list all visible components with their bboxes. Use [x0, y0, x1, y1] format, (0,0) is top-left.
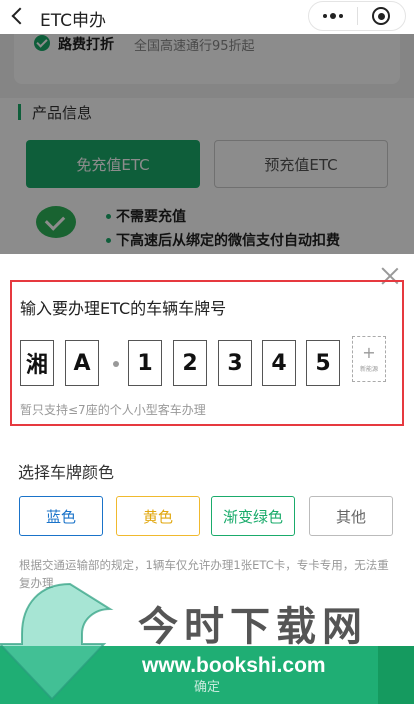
new-energy-slot[interactable]: + 新能源 — [352, 336, 386, 382]
close-circle-icon[interactable] — [357, 2, 405, 30]
plate-input-sheet: 输入要办理ETC的车辆车牌号 湘 A 1 2 3 4 5 + 新能源 暂只支持≤… — [0, 254, 414, 704]
plate-char[interactable]: 4 — [262, 340, 296, 386]
regulation-notice: 根据交通运输部的规定，1辆车仅允许办理1张ETC卡，专卡专用，无法重复办理 — [19, 558, 389, 590]
overlay-mask[interactable] — [0, 34, 414, 254]
page-title: ETC申办 — [40, 11, 106, 31]
color-option-yellow[interactable]: 黄色 — [116, 496, 200, 536]
mini-program-capsule — [308, 1, 406, 31]
more-dots-icon[interactable] — [309, 2, 357, 30]
plate-color-heading: 选择车牌颜色 — [18, 463, 115, 482]
navbar: ETC申办 — [0, 0, 414, 34]
plus-icon: + — [362, 342, 376, 362]
back-arrow-icon[interactable] — [8, 6, 30, 28]
color-option-other[interactable]: 其他 — [309, 496, 393, 536]
confirm-edge-strip — [378, 646, 414, 704]
plate-heading: 输入要办理ETC的车辆车牌号 — [20, 299, 227, 318]
plate-char[interactable]: 1 — [128, 340, 162, 386]
plate-separator-dot — [113, 361, 119, 367]
plate-hint: 暂只支持≤7座的个人小型客车办理 — [20, 403, 206, 417]
plate-char[interactable]: 3 — [218, 340, 252, 386]
plate-char-letter[interactable]: A — [65, 340, 99, 386]
plate-char[interactable]: 5 — [306, 340, 340, 386]
color-option-green[interactable]: 渐变绿色 — [211, 496, 295, 536]
watermark-url: www.bookshi.com — [142, 654, 326, 677]
plate-char[interactable]: 2 — [173, 340, 207, 386]
plate-char-province[interactable]: 湘 — [20, 340, 54, 386]
watermark-text: 今时下载网 — [138, 603, 368, 650]
color-option-blue[interactable]: 蓝色 — [19, 496, 103, 536]
confirm-label: 确定 — [193, 680, 220, 695]
plate-input-box: 输入要办理ETC的车辆车牌号 湘 A 1 2 3 4 5 + 新能源 暂只支持≤… — [10, 280, 404, 426]
new-energy-label: 新能源 — [359, 365, 378, 373]
